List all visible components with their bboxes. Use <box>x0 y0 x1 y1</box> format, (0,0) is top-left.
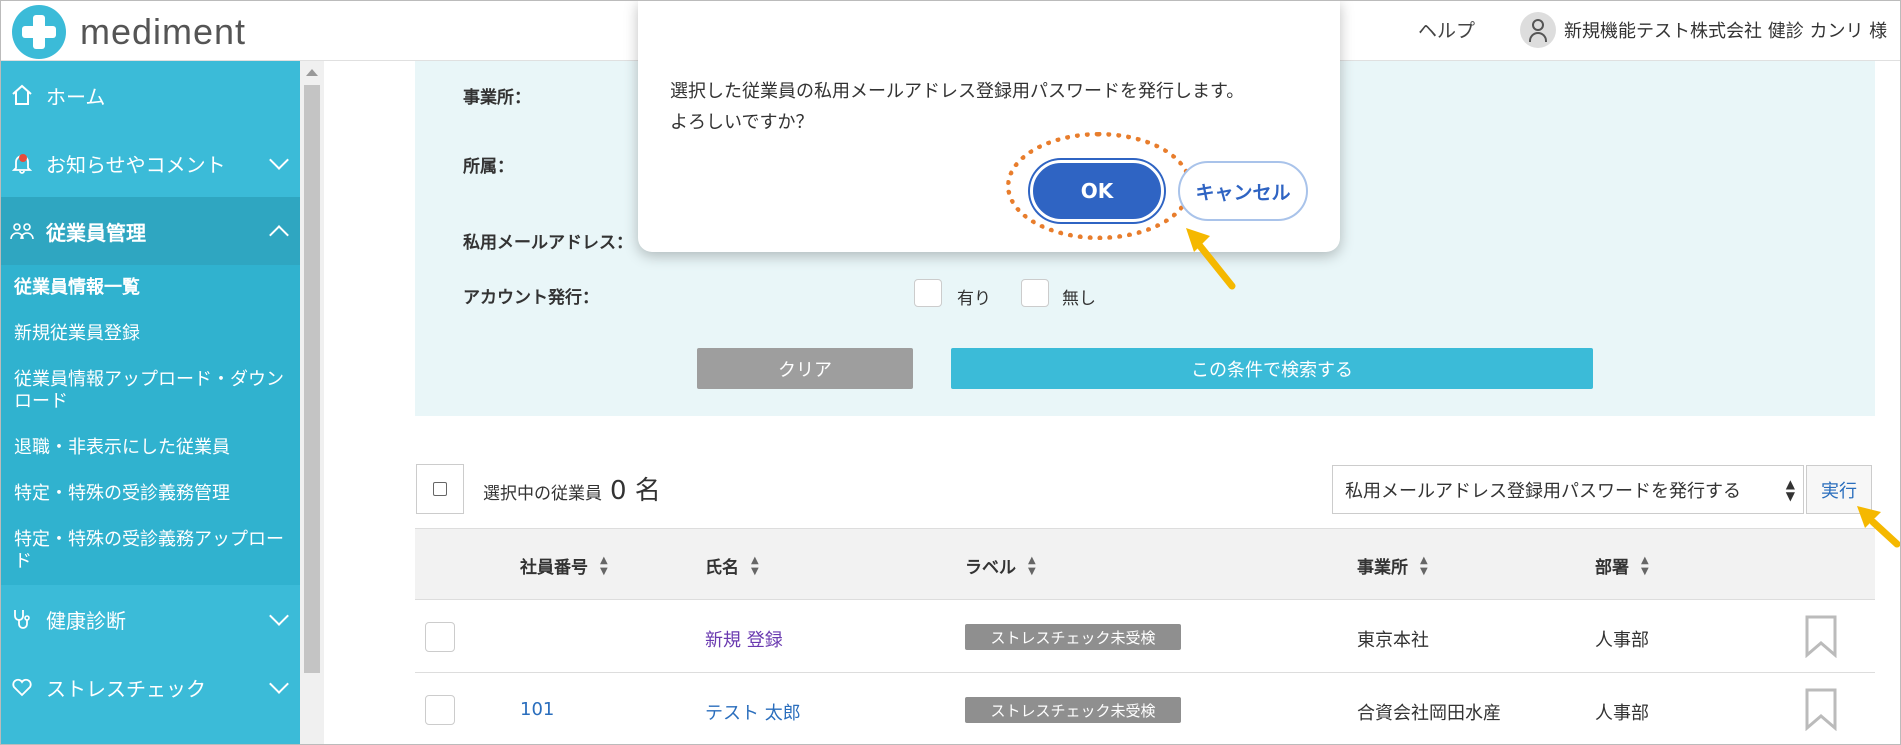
heart-icon <box>8 673 36 701</box>
office-filter-label: 事業所： <box>463 88 531 108</box>
row-checkbox[interactable] <box>425 695 455 725</box>
sidebar: ホーム お知らせやコメント 従業員管理 従業員情報一覧 新規従業員登録 従業員情… <box>0 61 300 745</box>
selected-count: 0 名 <box>610 476 661 506</box>
account-filter-label: アカウント発行： <box>463 288 599 308</box>
bookmark-icon[interactable] <box>1804 614 1838 658</box>
bulk-action-select[interactable]: 私用メールアドレス登録用パスワードを発行する ▲ ▼ <box>1332 465 1804 514</box>
status-badge: ストレスチェック未受検 <box>965 697 1181 723</box>
logo-text: mediment <box>80 11 247 52</box>
bookmark-icon[interactable] <box>1804 687 1838 731</box>
sidebar-item-label: ストレスチェック <box>46 676 206 701</box>
sidebar-item-label: 従業員管理 <box>46 220 146 245</box>
help-link[interactable]: ヘルプ <box>1418 16 1475 43</box>
select-arrows-icon: ▲ ▼ <box>1785 477 1795 503</box>
dialog-message-line2: よろしいですか？ <box>670 112 814 133</box>
employee-name-link[interactable]: テスト 太郎 <box>705 699 801 725</box>
table-header: 社員番号 ▲ ▼ 氏名 ▲ ▼ ラベル ▲ ▼ 事業所 ▲ ▼ 部署 ▲ ▼ <box>415 528 1875 600</box>
row-checkbox[interactable] <box>425 622 455 652</box>
scroll-thumb[interactable] <box>304 85 320 673</box>
sidebar-item-stress-check[interactable]: ストレスチェック <box>0 653 300 721</box>
sidebar-submenu: 従業員情報一覧 新規従業員登録 従業員情報アップロード・ダウンロード 退職・非表… <box>0 265 300 585</box>
clear-button[interactable]: クリア <box>697 348 913 389</box>
column-label-tag[interactable]: ラベル ▲ ▼ <box>965 553 1036 579</box>
column-label: 事業所 <box>1357 558 1408 578</box>
account-no-checkbox[interactable] <box>1021 279 1049 307</box>
pointer-arrow-icon <box>1857 506 1901 548</box>
ok-button[interactable]: OK <box>1030 160 1164 222</box>
selected-employees-count: 選択中の従業員 0 名 <box>483 470 661 507</box>
bulk-action-value: 私用メールアドレス登録用パスワードを発行する <box>1345 480 1741 502</box>
column-label: ラベル <box>965 558 1016 578</box>
sidebar-item-home[interactable]: ホーム <box>0 61 300 129</box>
sort-icon[interactable]: ▲ ▼ <box>600 555 608 577</box>
mediment-logo[interactable]: mediment <box>12 5 246 59</box>
sidebar-subitem-obligation-mgmt[interactable]: 特定・特殊の受診義務管理 <box>0 471 300 517</box>
table-row: 新規 登録 ストレスチェック未受検 東京本社 人事部 <box>415 600 1875 673</box>
sort-icon[interactable]: ▲ ▼ <box>1028 555 1036 577</box>
sort-icon[interactable]: ▲ ▼ <box>751 555 759 577</box>
people-icon <box>8 217 36 245</box>
sidebar-subitem-new-employee[interactable]: 新規従業員登録 <box>0 311 300 357</box>
sidebar-item-notices[interactable]: お知らせやコメント <box>0 129 300 197</box>
sidebar-item-health-checkup[interactable]: 健康診断 <box>0 585 300 653</box>
scroll-up-icon[interactable] <box>306 69 318 76</box>
employee-no-link[interactable]: 101 <box>520 699 554 720</box>
stethoscope-icon <box>8 605 36 633</box>
sidebar-item-label: 健康診断 <box>46 608 126 633</box>
cell-department: 人事部 <box>1595 630 1649 651</box>
chevron-down-icon <box>269 150 289 170</box>
dialog-message: 選択した従業員の私用メールアドレス登録用パスワードを発行します。 よろしいですか… <box>670 76 1244 138</box>
cell-office: 東京本社 <box>1357 630 1429 651</box>
sidebar-subitem-employee-list[interactable]: 従業員情報一覧 <box>0 265 300 311</box>
sidebar-scrollbar[interactable] <box>300 61 324 745</box>
sidebar-subitem-retired[interactable]: 退職・非表示にした従業員 <box>0 425 300 471</box>
user-name: 新規機能テスト株式会社 健診 カンリ 様 <box>1564 21 1888 42</box>
notification-dot <box>19 154 27 162</box>
confirm-dialog: 選択した従業員の私用メールアドレス登録用パスワードを発行します。 よろしいですか… <box>638 0 1340 252</box>
column-employee-no[interactable]: 社員番号 ▲ ▼ <box>520 553 608 579</box>
chevron-down-icon <box>269 606 289 626</box>
status-badge: ストレスチェック未受検 <box>965 624 1181 650</box>
column-department[interactable]: 部署 ▲ ▼ <box>1595 553 1649 579</box>
department-filter-label: 所属： <box>463 157 514 177</box>
column-label: 部署 <box>1595 558 1629 578</box>
chevron-up-icon <box>269 225 289 245</box>
column-label: 社員番号 <box>520 558 588 578</box>
pointer-arrow-icon <box>1186 228 1236 290</box>
sidebar-item-employees[interactable]: 従業員管理 <box>0 197 300 265</box>
chevron-down-icon <box>269 674 289 694</box>
sidebar-subitem-obligation-upload[interactable]: 特定・特殊の受診義務アップロード <box>0 517 300 585</box>
logo-plus-icon <box>12 5 66 59</box>
cell-department: 人事部 <box>1595 703 1649 724</box>
selected-label: 選択中の従業員 <box>483 484 602 504</box>
column-office[interactable]: 事業所 ▲ ▼ <box>1357 553 1428 579</box>
sidebar-item-label: ホーム <box>46 84 106 109</box>
column-label: 氏名 <box>705 558 739 578</box>
email-filter-label: 私用メールアドレス： <box>463 233 633 253</box>
select-all-checkbox[interactable] <box>416 464 464 514</box>
user-menu[interactable]: 新規機能テスト株式会社 健診 カンリ 様 <box>1520 12 1887 48</box>
column-name[interactable]: 氏名 ▲ ▼ <box>705 553 759 579</box>
home-icon <box>8 81 36 109</box>
sort-icon[interactable]: ▲ ▼ <box>1420 555 1428 577</box>
sidebar-subitem-upload-download[interactable]: 従業員情報アップロード・ダウンロード <box>0 357 300 425</box>
dialog-message-line1: 選択した従業員の私用メールアドレス登録用パスワードを発行します。 <box>670 81 1245 102</box>
table-row: 101 テスト 太郎 ストレスチェック未受検 合資会社岡田水産 人事部 <box>415 673 1875 745</box>
sidebar-item-label: お知らせやコメント <box>46 152 226 177</box>
search-button[interactable]: この条件で検索する <box>951 348 1593 389</box>
employee-name-link[interactable]: 新規 登録 <box>705 626 783 652</box>
account-yes-label: 有り <box>957 289 991 309</box>
user-icon <box>1520 12 1556 48</box>
sort-icon[interactable]: ▲ ▼ <box>1641 555 1649 577</box>
cell-office: 合資会社岡田水産 <box>1357 703 1501 724</box>
cancel-button[interactable]: キャンセル <box>1178 161 1308 221</box>
account-yes-checkbox[interactable] <box>914 279 942 307</box>
account-no-label: 無し <box>1062 289 1096 309</box>
